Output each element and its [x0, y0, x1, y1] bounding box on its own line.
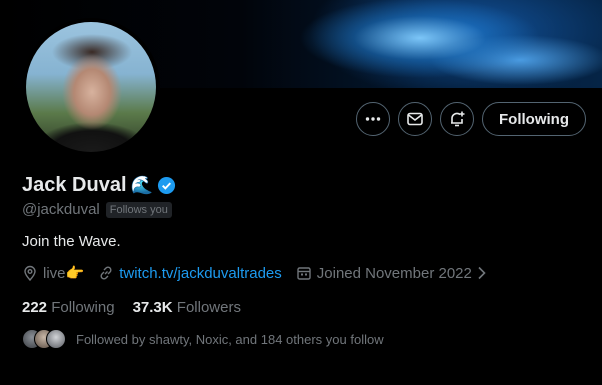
joined-text: Joined November 2022	[316, 264, 472, 282]
ellipsis-icon	[364, 110, 382, 128]
name-emoji: 🌊	[130, 175, 153, 195]
followers-count: 37.3K	[132, 299, 173, 316]
location-text: live👉	[43, 265, 85, 282]
more-button[interactable]	[356, 102, 391, 136]
verified-badge-icon[interactable]	[157, 176, 176, 195]
mail-icon	[406, 110, 424, 128]
follows-you-badge: Follows you	[105, 201, 172, 218]
profile-meta: live👉 twitch.tv/jackduvaltrades Joined N…	[22, 264, 487, 282]
profile-actions: Following	[356, 102, 586, 136]
calendar-icon	[296, 265, 312, 281]
handle: @jackduval	[22, 201, 100, 218]
handle-row: @jackduval Follows you	[22, 201, 172, 218]
following-stat[interactable]: 222 Following	[22, 299, 115, 316]
chevron-right-icon	[477, 266, 487, 280]
location-pin-icon	[22, 265, 38, 281]
message-button[interactable]	[398, 102, 433, 136]
display-name: Jack Duval	[22, 174, 127, 196]
location: live👉	[22, 264, 84, 282]
avatar-photo	[26, 22, 156, 152]
followed-by[interactable]: Followed by shawty, Noxic, and 184 other…	[22, 329, 384, 349]
following-count: 222	[22, 299, 48, 316]
notify-button[interactable]	[440, 102, 475, 136]
followers-stat[interactable]: 37.3K Followers	[133, 299, 241, 316]
follower-avatars	[22, 329, 66, 349]
followed-by-text: Followed by shawty, Noxic, and 184 other…	[76, 331, 384, 347]
website-link[interactable]: twitch.tv/jackduvaltrades	[119, 265, 282, 282]
link-icon	[98, 265, 114, 281]
joined-date[interactable]: Joined November 2022	[296, 265, 487, 282]
mini-avatar	[46, 329, 66, 349]
follow-counts: 222 Following 37.3K Followers	[22, 299, 241, 316]
bio: Join the Wave.	[22, 233, 121, 250]
avatar[interactable]	[22, 18, 160, 156]
following-button[interactable]: Following	[482, 102, 586, 136]
bell-plus-icon	[448, 110, 466, 128]
name-row: Jack Duval 🌊	[22, 174, 176, 197]
followers-label: Followers	[176, 299, 241, 316]
following-label: Following	[51, 299, 115, 316]
website: twitch.tv/jackduvaltrades	[98, 265, 282, 282]
